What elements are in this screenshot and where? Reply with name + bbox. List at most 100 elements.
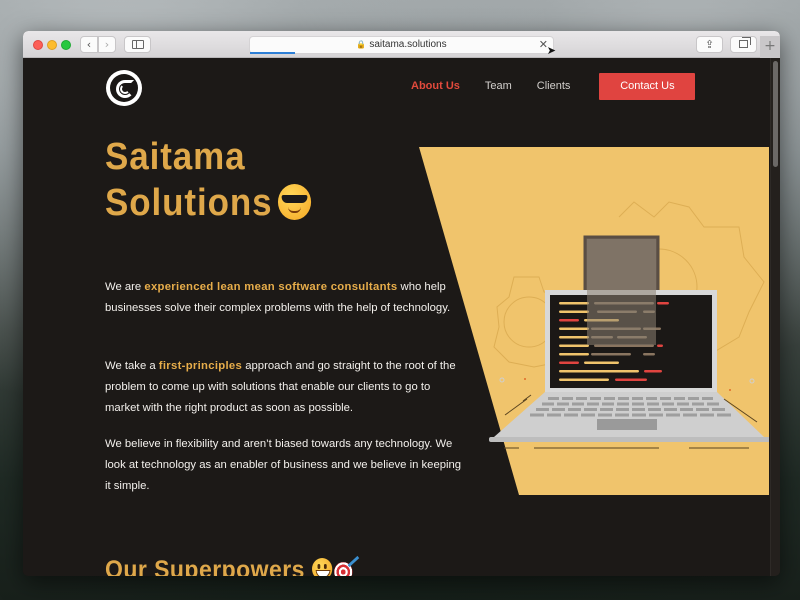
code-line [559, 319, 579, 322]
keyboard-key [568, 408, 581, 411]
keyboard-key [581, 413, 595, 417]
keyboard-key [617, 402, 629, 406]
nav-link-about-us[interactable]: About Us [411, 73, 460, 100]
keyboard-key [547, 413, 561, 417]
keyboard-key [707, 402, 719, 406]
keyboard-key [615, 413, 629, 417]
keyboard-key [683, 413, 697, 417]
chevron-right-icon: › [104, 38, 110, 51]
share-button[interactable]: ⇪ [696, 36, 723, 53]
sidebar-toggle-button[interactable] [124, 36, 151, 53]
keyboard-key [564, 413, 578, 417]
page-load-progress-bar [250, 52, 296, 54]
keyboard-key [600, 408, 613, 411]
nav-link-team[interactable]: Team [485, 73, 512, 100]
highlight-text: first-principles [158, 360, 243, 372]
tablet-overlay [587, 239, 656, 345]
hero-title-line2: Solutions [105, 182, 273, 224]
nav-link-clients[interactable]: Clients [537, 73, 571, 100]
keyboard-key [677, 402, 689, 406]
keyboard-key [649, 413, 663, 417]
target-dart-emoji-icon [334, 562, 353, 576]
keyboard-key [647, 402, 659, 406]
keyboard-key [584, 408, 597, 411]
keyboard-key [576, 397, 587, 400]
code-line [559, 361, 579, 364]
keyboard-key [616, 408, 629, 411]
code-line [559, 370, 639, 373]
paragraph-text: We take a [105, 360, 159, 372]
intro-paragraph-1: We are experienced lean mean software co… [105, 277, 465, 319]
laptop-front-edge [489, 437, 769, 442]
keyboard-key [557, 402, 569, 406]
code-line [559, 353, 589, 356]
code-line [559, 310, 589, 313]
grinning-face-emoji-icon [312, 558, 333, 576]
keyboard-key [572, 402, 584, 406]
browser-window: ‹ › 🔒 saitama.solutions ✕ ➤ ⇪ + About Us… [23, 31, 780, 576]
back-button[interactable]: ‹ [80, 36, 98, 53]
keyboard-key [604, 397, 615, 400]
close-window-icon[interactable] [33, 40, 43, 50]
sunglasses-emoji-icon [278, 183, 312, 220]
show-tabs-button[interactable] [730, 36, 757, 53]
scrollbar-thumb[interactable] [773, 61, 778, 167]
keyboard-key [646, 397, 657, 400]
code-line [559, 336, 589, 339]
lock-icon: 🔒 [356, 40, 367, 49]
maximize-window-icon[interactable] [61, 40, 71, 50]
keyboard-key [536, 408, 549, 411]
keyboard-key [632, 413, 646, 417]
keyboard-key [632, 408, 645, 411]
share-icon: ⇪ [704, 38, 715, 51]
keyboard-key [660, 397, 671, 400]
code-line [657, 344, 663, 347]
keyboard-key [590, 397, 601, 400]
code-line [559, 378, 609, 381]
keyboard-key [598, 413, 612, 417]
keyboard-key [542, 402, 554, 406]
tabs-overview-icon [739, 37, 751, 48]
keyboard-key [692, 402, 704, 406]
code-line [559, 327, 589, 330]
url-text: saitama.solutions [369, 39, 447, 50]
laptop-trackpad [597, 419, 657, 430]
paragraph-text: We are [105, 281, 145, 293]
keyboard-key [712, 408, 725, 411]
keyboard-key [696, 408, 709, 411]
keyboard-key [717, 413, 731, 417]
keyboard-key [632, 402, 644, 406]
main-navigation: About Us Team Clients Contact Us [411, 73, 696, 100]
forward-button[interactable]: › [98, 36, 116, 53]
keyboard-key [662, 402, 674, 406]
mouse-cursor-icon: ➤ [546, 45, 556, 57]
address-bar[interactable]: 🔒 saitama.solutions ✕ ➤ [249, 36, 556, 57]
minimize-window-icon[interactable] [47, 40, 57, 50]
superpowers-title-text: Our Superpowers [105, 556, 305, 576]
code-line [644, 370, 662, 373]
keyboard-key [666, 413, 680, 417]
intro-paragraph-2: We take a first-principles approach and … [105, 356, 465, 419]
plus-icon: + [764, 38, 776, 54]
contact-us-button[interactable]: Contact Us [599, 73, 696, 100]
wave-logo-icon [110, 74, 138, 102]
code-line [559, 302, 589, 305]
code-line [591, 353, 631, 356]
highlight-text: experienced lean mean software consultan… [144, 281, 398, 293]
page-scrollbar[interactable] [770, 58, 780, 576]
keyboard-key [587, 402, 599, 406]
keyboard-key [632, 397, 643, 400]
keyboard-key [664, 408, 677, 411]
keyboard-key [680, 408, 693, 411]
new-tab-button[interactable]: + [760, 36, 780, 58]
keyboard-key [702, 397, 713, 400]
keyboard-key [562, 397, 573, 400]
hero-title-line1: Saitama [105, 136, 246, 178]
browser-toolbar: ‹ › 🔒 saitama.solutions ✕ ➤ ⇪ + [23, 31, 780, 58]
code-line [657, 302, 669, 305]
superpowers-heading: Our Superpowers [105, 556, 353, 576]
keyboard-key [648, 408, 661, 411]
code-line [584, 361, 619, 364]
keyboard-key [700, 413, 714, 417]
site-logo[interactable] [106, 70, 142, 106]
